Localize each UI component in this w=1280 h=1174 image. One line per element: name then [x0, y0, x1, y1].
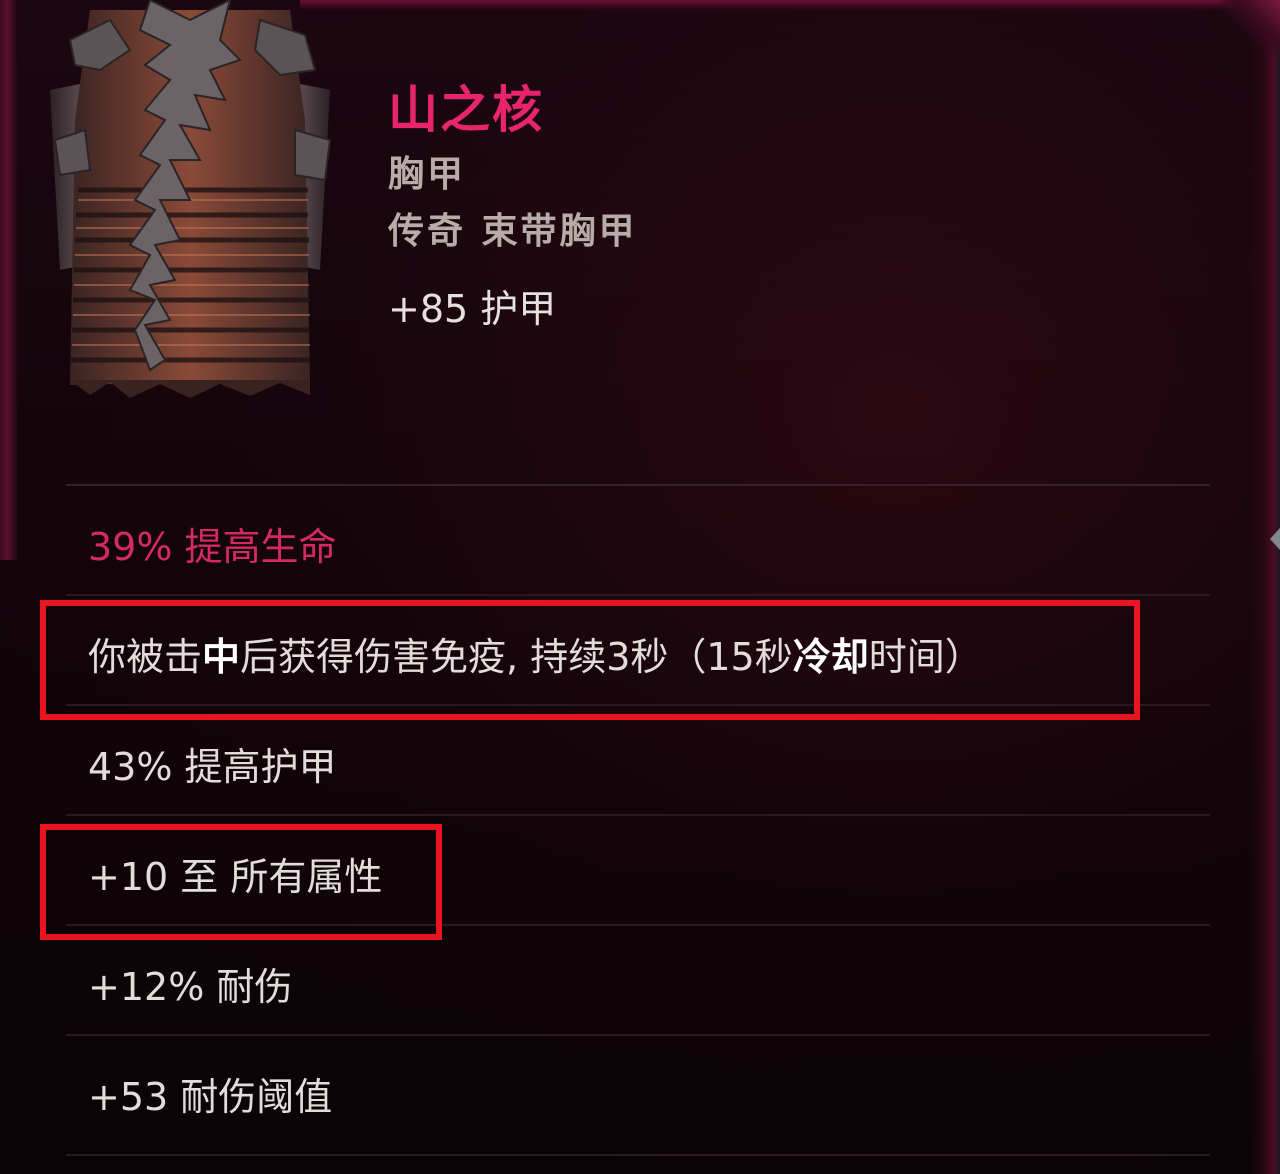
- frame-corner-ornament: [1220, 0, 1280, 60]
- affix-implicit-life: 39% 提高生命: [88, 525, 337, 569]
- affix-armor-percent: 43% 提高护甲: [88, 745, 337, 789]
- affix-endurance: +12% 耐伤: [88, 965, 293, 1009]
- highlight-box-attributes: [40, 824, 442, 940]
- affix-list: 39% 提高生命 你被击中后获得伤害免疫, 持续3秒（15秒冷却时间） 43% …: [66, 484, 1210, 1144]
- item-name: 山之核: [388, 81, 544, 139]
- affix-row: +12% 耐伤: [66, 924, 1210, 1034]
- affix-row: 43% 提高护甲: [66, 704, 1210, 814]
- item-rarity-type: 传奇 束带胸甲: [388, 211, 638, 252]
- chest-armor-icon: [50, 0, 332, 398]
- frame-left-border: [0, 0, 18, 560]
- affix-row: +53 耐伤阈值: [66, 1034, 1210, 1144]
- frame-top-border: [300, 0, 1260, 10]
- highlight-box-immunity: [40, 600, 1140, 720]
- frame-right-border: [1250, 0, 1280, 1174]
- item-armor-stat: +85 护甲: [388, 287, 557, 331]
- item-slot: 胸甲: [388, 154, 467, 195]
- affix-row: 39% 提高生命: [66, 484, 1210, 594]
- item-tooltip: 山之核 胸甲 传奇 束带胸甲 +85 护甲 39% 提高生命 你被击中后获得伤害…: [0, 0, 1280, 1174]
- divider: [66, 1154, 1210, 1156]
- affix-endurance-threshold: +53 耐伤阈值: [88, 1075, 333, 1119]
